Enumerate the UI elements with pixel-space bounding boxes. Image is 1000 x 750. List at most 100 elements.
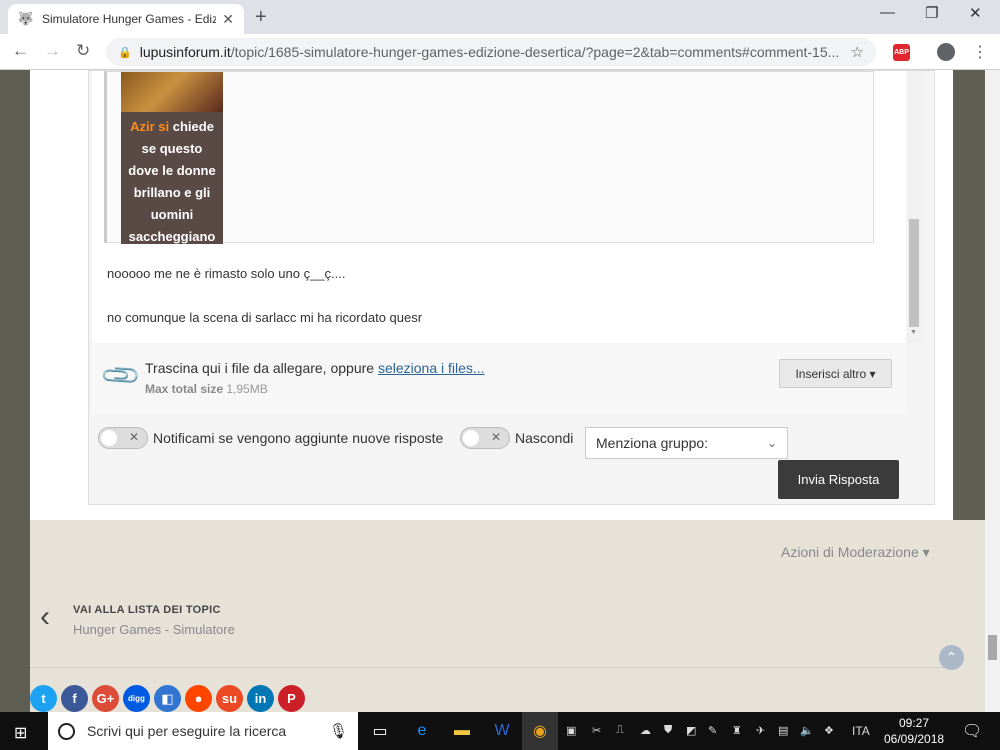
- signature-line-7: saccheggiano: [128, 229, 216, 244]
- taskbar-clock[interactable]: 09:27 06/09/2018: [884, 715, 944, 747]
- reddit-icon[interactable]: ●: [185, 685, 212, 712]
- lock-icon: 🔒: [118, 46, 132, 59]
- insert-more-button[interactable]: Inserisci altro ▾: [779, 359, 892, 388]
- dropbox-icon[interactable]: ❖: [824, 724, 834, 737]
- file-explorer-icon[interactable]: ▬: [444, 712, 480, 750]
- page-scrollbar[interactable]: [985, 70, 1000, 712]
- clock-time: 09:27: [898, 716, 930, 730]
- taskbar-search-placeholder: Scrivi qui per eseguire la ricerca: [87, 723, 287, 739]
- mention-group-value: Menziona gruppo:: [596, 435, 709, 451]
- scroll-to-top-icon[interactable]: ⌃: [939, 645, 964, 670]
- toggle-off-icon: ✕: [128, 430, 139, 444]
- browser-toolbar: ← → ↻ 🔒 lupusinforum.it /topic/1685-simu…: [0, 34, 1000, 70]
- editor-text-line-1: nooooo me ne è rimasto solo uno ç__ç....: [107, 266, 346, 281]
- signature-name: Azir: [130, 119, 155, 134]
- tray-icon-1[interactable]: ▣: [566, 724, 576, 737]
- facebook-icon[interactable]: f: [61, 685, 88, 712]
- notify-toggle[interactable]: ✕: [98, 427, 148, 449]
- task-view-icon[interactable]: ▭: [362, 712, 398, 750]
- edge-icon[interactable]: e: [404, 712, 440, 750]
- taskbar-search[interactable]: Scrivi qui per eseguire la ricerca 🎙: [48, 712, 358, 750]
- address-bar[interactable]: 🔒 lupusinforum.it /topic/1685-simulatore…: [106, 38, 876, 66]
- notify-label: Notificami se vengono aggiunte nuove ris…: [153, 430, 444, 446]
- pinterest-icon[interactable]: P: [278, 685, 305, 712]
- back-link-subtitle: Hunger Games - Simulatore: [73, 622, 235, 637]
- bookmark-star-icon[interactable]: ☆: [851, 43, 864, 61]
- microphone-icon[interactable]: 🎙: [329, 722, 348, 740]
- signature-line-5: brillano e gli: [133, 185, 211, 200]
- signature-banner: Azir si chiede se questo dove le donne b…: [121, 72, 223, 244]
- googleplus-icon[interactable]: G+: [92, 685, 119, 712]
- tray-icon-6[interactable]: ◩: [686, 724, 696, 737]
- moderation-actions-menu[interactable]: Azioni di Moderazione ▾: [781, 544, 930, 561]
- signature-line-6: uomini: [150, 207, 194, 222]
- linkedin-icon[interactable]: in: [247, 685, 274, 712]
- cortana-icon: [58, 722, 75, 740]
- scroll-down-arrow-icon[interactable]: ▼: [910, 329, 917, 336]
- page-scrollbar-thumb[interactable]: [988, 635, 997, 660]
- attachment-instructions: Trascina qui i file da allegare, oppure …: [145, 360, 485, 376]
- page-background-left: [0, 70, 30, 712]
- wolf-favicon-icon: 🐺: [17, 11, 35, 26]
- volume-icon[interactable]: 🔈: [800, 724, 814, 737]
- editor-scrollbar-thumb[interactable]: [909, 219, 919, 327]
- submit-reply-button[interactable]: Invia Risposta: [778, 460, 899, 499]
- signature-line-2: chiede: [172, 119, 214, 134]
- hide-toggle[interactable]: ✕: [460, 427, 510, 449]
- chrome-icon[interactable]: ◉: [522, 712, 558, 750]
- stumbleupon-icon[interactable]: su: [216, 685, 243, 712]
- forward-icon[interactable]: →: [44, 41, 61, 61]
- signature-line-4: dove le donne: [128, 163, 216, 178]
- tab-title: Simulatore Hunger Games - Edizi: [42, 12, 217, 26]
- minimize-icon[interactable]: —: [880, 4, 895, 21]
- usb-icon[interactable]: ⎍: [616, 724, 624, 737]
- cloud-icon[interactable]: ☁: [640, 724, 651, 737]
- toggle-off-icon: ✕: [490, 430, 501, 444]
- editor-scrollbar[interactable]: ▼: [907, 71, 921, 343]
- page-background-right: [953, 70, 985, 520]
- url-host: lupusinforum.it: [139, 44, 231, 60]
- back-link-title: VAI ALLA LISTA DEI TOPIC: [73, 604, 221, 616]
- word-icon[interactable]: W: [484, 712, 520, 750]
- reply-editor[interactable]: Azir si chiede se questo dove le donne b…: [92, 71, 906, 343]
- signature-text: Azir si chiede se questo dove le donne b…: [121, 112, 223, 252]
- quoted-post: Azir si chiede se questo dove le donne b…: [104, 71, 874, 244]
- adblock-plus-icon[interactable]: ABP: [893, 44, 910, 61]
- new-tab-icon[interactable]: +: [255, 6, 267, 29]
- browser-tabbar: 🐺 Simulatore Hunger Games - Edizi ✕ + — …: [0, 0, 1000, 34]
- signature-image: [121, 72, 223, 112]
- tray-icon-2[interactable]: ✂: [592, 724, 601, 737]
- max-size-info: Max total size 1,95MB: [145, 382, 268, 396]
- select-files-link[interactable]: seleziona i files...: [378, 360, 485, 376]
- profile-avatar-icon[interactable]: [937, 43, 955, 61]
- tray-icon-8[interactable]: ♜: [732, 724, 742, 737]
- tray-icon-7[interactable]: ✎: [708, 724, 717, 737]
- tab-close-icon[interactable]: ✕: [222, 11, 234, 28]
- chevron-down-icon: ⌄: [766, 436, 777, 450]
- notification-center-icon[interactable]: 🗨: [962, 721, 982, 741]
- mention-group-select[interactable]: Menziona gruppo: ⌄: [585, 427, 788, 459]
- browser-menu-icon[interactable]: ⋮: [972, 42, 988, 62]
- tray-icon-9[interactable]: ✈: [756, 724, 765, 737]
- twitter-icon[interactable]: t: [30, 685, 57, 712]
- reload-icon[interactable]: ↻: [76, 41, 90, 61]
- restore-icon[interactable]: ❐: [925, 4, 938, 22]
- windows-start-icon[interactable]: ⊞: [14, 723, 27, 743]
- shield-icon[interactable]: ⛊: [664, 724, 672, 737]
- max-size-label: Max total size: [145, 382, 224, 396]
- browser-tab[interactable]: 🐺 Simulatore Hunger Games - Edizi ✕: [8, 4, 244, 34]
- editor-text-line-2: no comunque la scena di sarlacc mi ha ri…: [107, 310, 423, 325]
- chevron-left-icon: ‹: [40, 600, 50, 633]
- toggle-knob: [463, 430, 479, 446]
- attachment-area[interactable]: 📎 Trascina qui i file da allegare, oppur…: [92, 344, 906, 414]
- clock-date: 06/09/2018: [884, 732, 945, 746]
- toggle-knob: [101, 430, 117, 446]
- digg-icon[interactable]: digg: [123, 685, 150, 712]
- hide-label: Nascondi: [515, 430, 574, 446]
- window-close-icon[interactable]: ✕: [969, 4, 982, 22]
- divider: [30, 667, 953, 668]
- language-indicator[interactable]: ITA: [852, 724, 870, 738]
- back-icon[interactable]: ←: [12, 41, 29, 61]
- network-icon[interactable]: ▤: [778, 724, 788, 737]
- delicious-icon[interactable]: ◧: [154, 685, 181, 712]
